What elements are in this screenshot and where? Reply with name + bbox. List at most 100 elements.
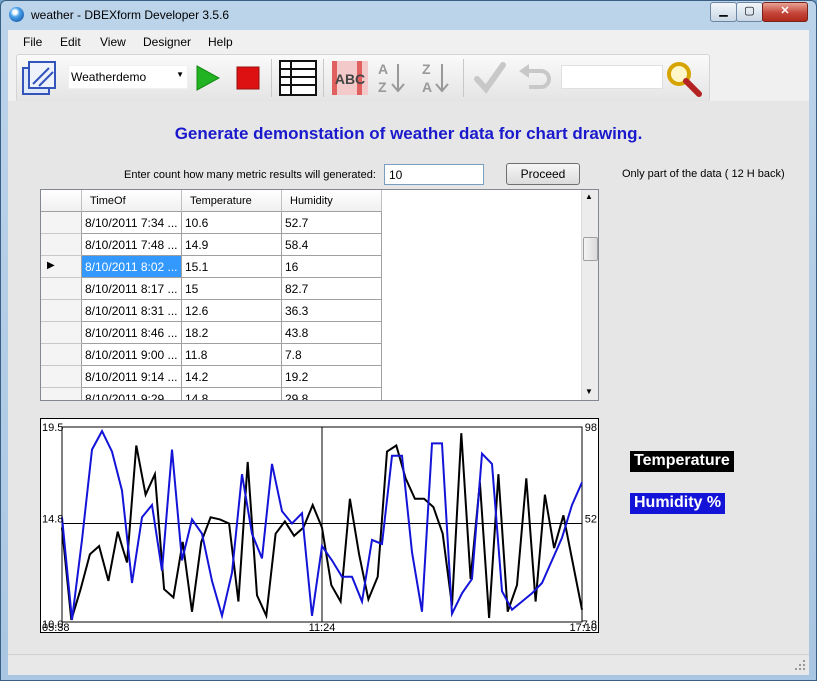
- cell-value: 8/10/2011 8:02 ...: [85, 260, 178, 274]
- legend-humidity: Humidity %: [630, 493, 726, 514]
- scroll-thumb[interactable]: [583, 237, 598, 261]
- data-note-label: Only part of the data ( 12 H back): [622, 168, 785, 180]
- grid-cell[interactable]: 14.2: [182, 366, 282, 388]
- grid-cell[interactable]: 52.7: [282, 212, 382, 234]
- menu-edit[interactable]: Edit: [60, 35, 81, 49]
- minimize-button[interactable]: ▁: [710, 2, 737, 22]
- grid-corner-header: [41, 190, 82, 212]
- cell-value: 52.7: [285, 216, 309, 230]
- svg-text:A: A: [378, 61, 388, 77]
- count-input[interactable]: 10: [384, 164, 484, 185]
- toolbar-separator: [463, 59, 464, 97]
- row-header[interactable]: [41, 388, 82, 400]
- x-axis-mid-label: 11:24: [309, 622, 336, 632]
- cell-value: 36.3: [285, 304, 309, 318]
- menu-view[interactable]: View: [100, 35, 126, 49]
- grid-cell[interactable]: 15: [182, 278, 282, 300]
- grid-cell[interactable]: 43.8: [282, 322, 382, 344]
- grid-cell[interactable]: 18.2: [182, 322, 282, 344]
- grid-cell[interactable]: 36.3: [282, 300, 382, 322]
- scroll-up-icon[interactable]: ▲: [585, 192, 593, 201]
- scroll-down-icon[interactable]: ▼: [585, 387, 593, 396]
- row-header[interactable]: [41, 366, 82, 388]
- menu-file[interactable]: File: [23, 35, 42, 49]
- grid-cell[interactable]: 14.8: [182, 388, 282, 401]
- designer-icon[interactable]: [21, 60, 57, 96]
- maximize-button[interactable]: ▢: [736, 2, 763, 22]
- grid-cell[interactable]: 15.1: [182, 256, 282, 278]
- cell-value: 11.8: [185, 348, 208, 362]
- grid-cell[interactable]: 29.8: [282, 388, 382, 401]
- data-grid[interactable]: TimeOf Temperature Humidity 8/10/2011 7:…: [40, 189, 599, 401]
- row-header[interactable]: [41, 278, 82, 300]
- column-header-temperature[interactable]: Temperature: [182, 190, 282, 212]
- row-header[interactable]: [41, 234, 82, 256]
- grid-cell[interactable]: 19.2: [282, 366, 382, 388]
- grid-cell[interactable]: 10.6: [182, 212, 282, 234]
- grid-cell[interactable]: 8/10/2011 7:34 ...: [82, 212, 182, 234]
- count-input-value: 10: [389, 168, 403, 182]
- row-header[interactable]: [41, 212, 82, 234]
- toolbar: Weatherdemo ▼ ABC A Z Z A: [16, 54, 710, 102]
- cell-value: 14.8: [185, 392, 209, 401]
- grid-view-icon[interactable]: [279, 60, 317, 96]
- grid-cell[interactable]: 8/10/2011 8:46 ...: [82, 322, 182, 344]
- row-header[interactable]: [41, 300, 82, 322]
- row-header[interactable]: [41, 344, 82, 366]
- grid-cell[interactable]: 8/10/2011 8:02 ...: [82, 256, 182, 278]
- stop-icon[interactable]: [235, 65, 261, 91]
- cell-value: 15.1: [185, 260, 209, 274]
- undo-icon[interactable]: [517, 63, 553, 93]
- svg-text:Z: Z: [378, 79, 387, 95]
- cell-value: 8/10/2011 9:29 ...: [85, 392, 178, 401]
- menu-designer[interactable]: Designer: [143, 35, 191, 49]
- search-input[interactable]: [561, 65, 663, 89]
- column-header-humidity[interactable]: Humidity: [282, 190, 382, 212]
- grid-cell[interactable]: 8/10/2011 9:29 ...: [82, 388, 182, 401]
- grid-cell[interactable]: 8/10/2011 9:00 ...: [82, 344, 182, 366]
- cell-value: 10.6: [185, 216, 209, 230]
- chevron-down-icon: ▼: [176, 70, 184, 79]
- cell-value: 8/10/2011 8:17 ...: [85, 282, 178, 296]
- legend-temperature: Temperature: [630, 451, 734, 472]
- row-header[interactable]: ▶: [41, 256, 82, 278]
- grid-cell[interactable]: 7.8: [282, 344, 382, 366]
- left-axis-mid-label: 14.8: [42, 513, 63, 525]
- grid-cell[interactable]: 11.8: [182, 344, 282, 366]
- resize-grip-icon[interactable]: [795, 660, 806, 671]
- cell-value: 8/10/2011 8:46 ...: [85, 326, 178, 340]
- grid-cell[interactable]: 12.6: [182, 300, 282, 322]
- proceed-button[interactable]: Proceed: [506, 163, 580, 185]
- sort-ascending-icon[interactable]: A Z: [375, 60, 407, 96]
- current-row-marker-icon: ▶: [47, 260, 55, 271]
- sort-descending-icon[interactable]: Z A: [419, 60, 451, 96]
- grid-cell[interactable]: 8/10/2011 8:31 ...: [82, 300, 182, 322]
- form-select[interactable]: Weatherdemo ▼: [68, 65, 188, 89]
- grid-cell[interactable]: 16: [282, 256, 382, 278]
- search-icon[interactable]: [665, 60, 703, 98]
- cell-value: 29.8: [285, 392, 309, 401]
- spell-check-icon[interactable]: ABC: [331, 60, 369, 96]
- run-icon[interactable]: [193, 64, 221, 92]
- vertical-scrollbar[interactable]: ▲ ▼: [581, 190, 598, 400]
- grid-cell[interactable]: 82.7: [282, 278, 382, 300]
- cell-value: 8/10/2011 9:14 ...: [85, 370, 178, 384]
- grid-cell[interactable]: 8/10/2011 8:17 ...: [82, 278, 182, 300]
- x-axis-start-label: 05:38: [42, 622, 70, 632]
- row-header[interactable]: [41, 322, 82, 344]
- column-header-timeof[interactable]: TimeOf: [82, 190, 182, 212]
- grid-cell[interactable]: 58.4: [282, 234, 382, 256]
- svg-text:A: A: [422, 79, 432, 95]
- checkmark-icon[interactable]: [473, 61, 507, 95]
- grid-cell[interactable]: 14.9: [182, 234, 282, 256]
- cell-value: 8/10/2011 7:48 ...: [85, 238, 178, 252]
- weather-chart: 19.5 14.8 10.0 98 52 7.8 05:38 11:24 17:10: [40, 418, 599, 634]
- grid-cell[interactable]: 8/10/2011 9:14 ...: [82, 366, 182, 388]
- close-button[interactable]: ✕: [762, 2, 808, 22]
- grid-cell[interactable]: 8/10/2011 7:48 ...: [82, 234, 182, 256]
- cell-value: 15: [185, 282, 199, 296]
- title-bar[interactable]: weather - DBEXform Developer 3.5.6 ▁ ▢ ✕: [1, 1, 816, 29]
- cell-value: 43.8: [285, 326, 309, 340]
- menu-help[interactable]: Help: [208, 35, 233, 49]
- svg-text:Z: Z: [422, 61, 431, 77]
